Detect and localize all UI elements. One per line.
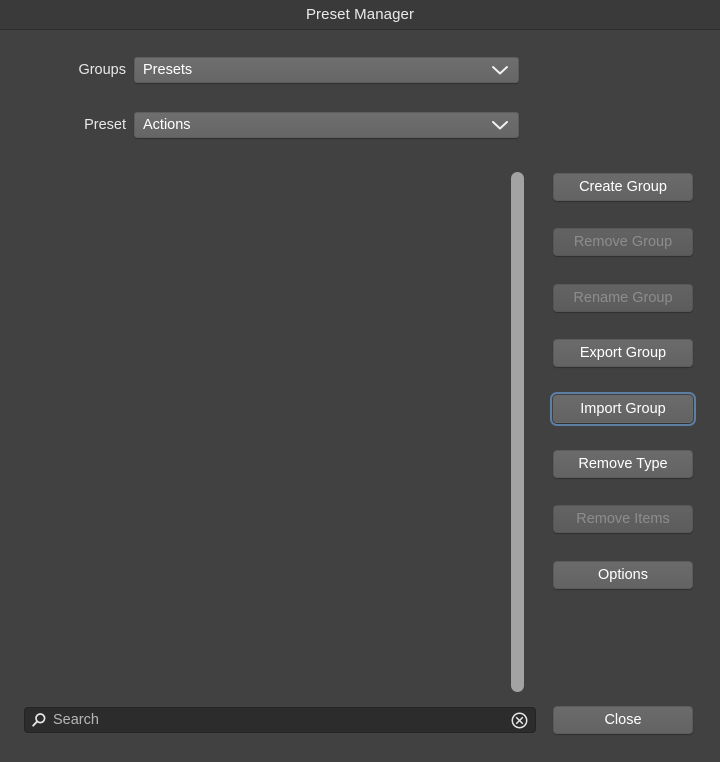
- remove-group-button[interactable]: Remove Group: [553, 228, 693, 256]
- search-input[interactable]: Search: [53, 712, 503, 728]
- preset-dropdown-value: Actions: [143, 117, 191, 133]
- groups-label: Groups: [78, 62, 126, 78]
- chevron-down-icon: [486, 119, 518, 131]
- create-group-button[interactable]: Create Group: [553, 173, 693, 201]
- preset-list-panel[interactable]: [0, 160, 540, 695]
- groups-row: Groups Presets: [0, 57, 540, 83]
- remove-items-button[interactable]: Remove Items: [553, 505, 693, 533]
- groups-dropdown-value: Presets: [143, 62, 193, 78]
- search-field[interactable]: Search: [24, 707, 536, 733]
- options-button[interactable]: Options: [553, 561, 693, 589]
- remove-type-button[interactable]: Remove Type: [553, 450, 693, 478]
- preset-label: Preset: [84, 117, 126, 133]
- preset-dropdown[interactable]: Actions: [134, 112, 519, 138]
- preset-row: Preset Actions: [0, 112, 540, 138]
- groups-dropdown[interactable]: Presets: [134, 57, 519, 83]
- import-group-button[interactable]: Import Group: [550, 392, 696, 426]
- export-group-button[interactable]: Export Group: [553, 339, 693, 367]
- close-button[interactable]: Close: [553, 706, 693, 734]
- chevron-down-icon: [486, 64, 518, 76]
- clear-circle-icon[interactable]: [503, 712, 535, 729]
- search-icon: [25, 712, 53, 728]
- window-title: Preset Manager: [305, 6, 415, 23]
- window-titlebar: Preset Manager: [0, 0, 720, 30]
- list-scrollbar-thumb[interactable]: [511, 172, 524, 692]
- rename-group-button[interactable]: Rename Group: [553, 284, 693, 312]
